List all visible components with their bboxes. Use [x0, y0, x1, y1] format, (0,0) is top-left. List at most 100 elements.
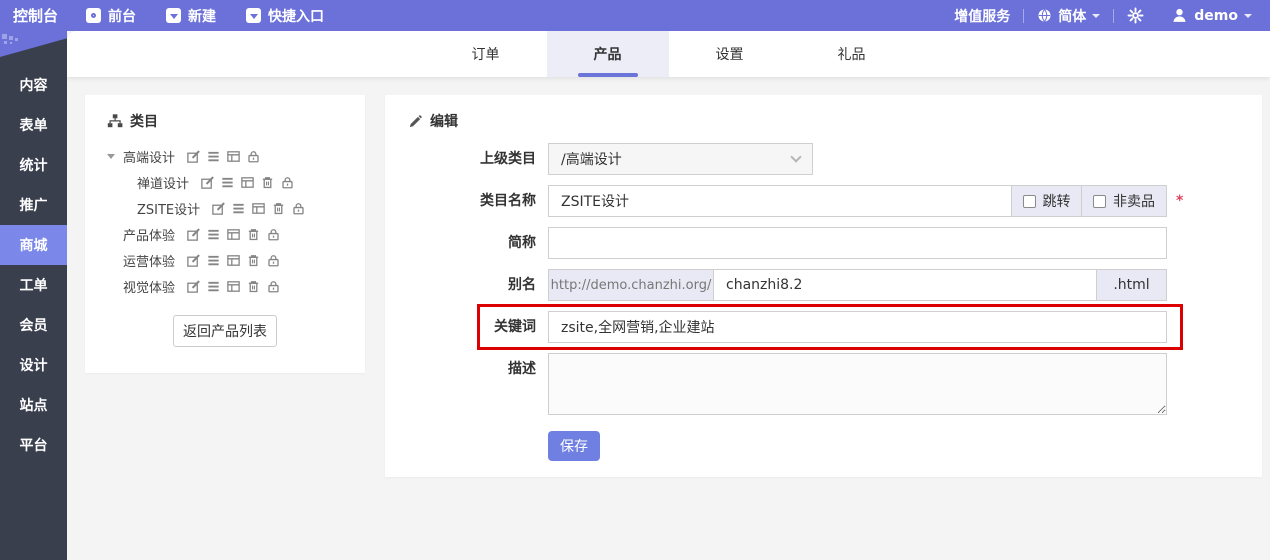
sidebar-item-site[interactable]: 站点	[0, 385, 67, 425]
chevron-down-icon	[1092, 13, 1101, 18]
sidebar-item-form[interactable]: 表单	[0, 105, 67, 145]
description-label: 描述	[508, 361, 536, 377]
language-menu[interactable]: 简体	[1037, 6, 1101, 26]
topbar-right: 增值服务 简体 demo	[954, 6, 1270, 26]
app-logo[interactable]: 控制台	[0, 5, 86, 26]
parent-category-value: /高端设计	[561, 152, 622, 168]
edit-panel: 编辑 上级类目 /高端设计 类目名称 跳转 非卖品	[385, 95, 1262, 477]
category-panel-title: 类目	[130, 114, 158, 130]
save-button[interactable]: 保存	[548, 431, 600, 461]
description-textarea[interactable]	[548, 353, 1167, 415]
tree-item: 产品体验	[107, 221, 365, 247]
category-edit-form: 上级类目 /高端设计 类目名称 跳转 非卖品 * 简称	[385, 143, 1262, 461]
redirect-checkbox-label: 跳转	[1042, 194, 1071, 210]
caret-square-icon	[246, 8, 261, 23]
back-to-product-list-button[interactable]: 返回产品列表	[173, 315, 277, 347]
sidebar-item-promotion[interactable]: 推广	[0, 185, 67, 225]
lock-icon[interactable]	[280, 175, 295, 190]
divider	[1023, 8, 1025, 23]
redirect-checkbox[interactable]	[1022, 194, 1036, 208]
sidebar-item-member[interactable]: 会员	[0, 305, 67, 345]
monitor-icon	[86, 8, 101, 23]
edit-icon[interactable]	[186, 253, 201, 268]
browse-icon[interactable]	[226, 279, 241, 294]
pencil-icon	[409, 114, 422, 127]
browse-icon[interactable]	[251, 201, 266, 216]
lock-icon[interactable]	[266, 253, 281, 268]
list-icon[interactable]	[206, 253, 221, 268]
category-link[interactable]: 产品体验	[123, 225, 175, 244]
browse-icon[interactable]	[226, 227, 241, 242]
shortname-input[interactable]	[548, 227, 1167, 259]
browse-icon[interactable]	[240, 175, 255, 190]
list-icon[interactable]	[206, 149, 221, 164]
sidebar-item-mall[interactable]: 商城	[0, 225, 67, 265]
edit-icon[interactable]	[186, 149, 201, 164]
trash-icon[interactable]	[260, 175, 275, 190]
user-icon	[1173, 8, 1186, 22]
trash-icon[interactable]	[271, 201, 286, 216]
parent-category-label: 上级类目	[480, 151, 536, 167]
lock-icon[interactable]	[266, 227, 281, 242]
sidebar-menu: 内容 表单 统计 推广 商城 工单 会员 设计 站点 平台	[0, 65, 67, 465]
quick-entry-button[interactable]: 快捷入口	[246, 6, 324, 26]
tab-products[interactable]: 产品	[546, 31, 669, 77]
keywords-row: 关键词	[385, 304, 1262, 350]
sidebar-item-design[interactable]: 设计	[0, 345, 67, 385]
keywords-label: 关键词	[494, 319, 536, 335]
category-name-input[interactable]	[548, 185, 1012, 217]
list-icon[interactable]	[231, 201, 246, 216]
browse-icon[interactable]	[226, 149, 241, 164]
lock-icon[interactable]	[246, 149, 261, 164]
tab-orders[interactable]: 订单	[425, 31, 547, 77]
edit-icon[interactable]	[186, 279, 201, 294]
keywords-input[interactable]	[548, 311, 1167, 343]
category-name-label: 类目名称	[480, 193, 536, 209]
language-label: 简体	[1058, 8, 1087, 25]
topbar: 控制台 前台 新建 快捷入口 增值服务 简体 demo	[0, 0, 1270, 31]
edit-icon[interactable]	[200, 175, 215, 190]
parent-category-row: 上级类目 /高端设计	[385, 143, 1262, 175]
tree-item: 视觉体验	[107, 273, 365, 299]
sidebar: 内容 表单 统计 推广 商城 工单 会员 设计 站点 平台	[0, 31, 67, 560]
trash-icon[interactable]	[246, 227, 261, 242]
parent-category-select[interactable]: /高端设计	[548, 143, 813, 175]
collapse-caret-icon[interactable]	[107, 153, 115, 159]
browse-icon[interactable]	[226, 253, 241, 268]
shortname-label: 简称	[508, 235, 536, 251]
sidebar-item-stats[interactable]: 统计	[0, 145, 67, 185]
edit-icon[interactable]	[211, 201, 226, 216]
tree-item: 高端设计	[107, 143, 365, 169]
create-new-button[interactable]: 新建	[166, 6, 216, 26]
category-link[interactable]: 视觉体验	[123, 277, 175, 296]
list-icon[interactable]	[220, 175, 235, 190]
front-site-button[interactable]: 前台	[86, 6, 136, 26]
lock-icon[interactable]	[291, 201, 306, 216]
alias-html-suffix: .html	[1097, 269, 1167, 301]
quick-entry-label: 快捷入口	[268, 8, 324, 25]
trash-icon[interactable]	[246, 279, 261, 294]
sidebar-item-content[interactable]: 内容	[0, 65, 67, 105]
not-for-sale-checkbox[interactable]	[1093, 194, 1106, 208]
list-icon[interactable]	[206, 227, 221, 242]
user-menu[interactable]: demo	[1171, 7, 1252, 24]
alias-label: 别名	[508, 277, 536, 293]
sidebar-item-platform[interactable]: 平台	[0, 425, 67, 465]
tab-settings[interactable]: 设置	[669, 31, 791, 77]
lock-icon[interactable]	[266, 279, 281, 294]
divider	[1113, 8, 1115, 23]
tree-item: 禅道设计	[107, 169, 365, 195]
edit-icon[interactable]	[186, 227, 201, 242]
alias-input[interactable]	[713, 269, 1097, 301]
category-link[interactable]: 运营体验	[123, 251, 175, 270]
value-added-services-link[interactable]: 增值服务	[954, 6, 1010, 26]
sidebar-item-ticket[interactable]: 工单	[0, 265, 67, 305]
redirect-checkbox-addon: 跳转	[1012, 185, 1082, 217]
category-link[interactable]: ZSITE设计	[137, 199, 200, 218]
category-link[interactable]: 高端设计	[123, 147, 175, 166]
tab-gifts[interactable]: 礼品	[791, 31, 913, 77]
trash-icon[interactable]	[246, 253, 261, 268]
list-icon[interactable]	[206, 279, 221, 294]
category-link[interactable]: 禅道设计	[137, 173, 189, 192]
gear-icon[interactable]	[1127, 7, 1144, 24]
